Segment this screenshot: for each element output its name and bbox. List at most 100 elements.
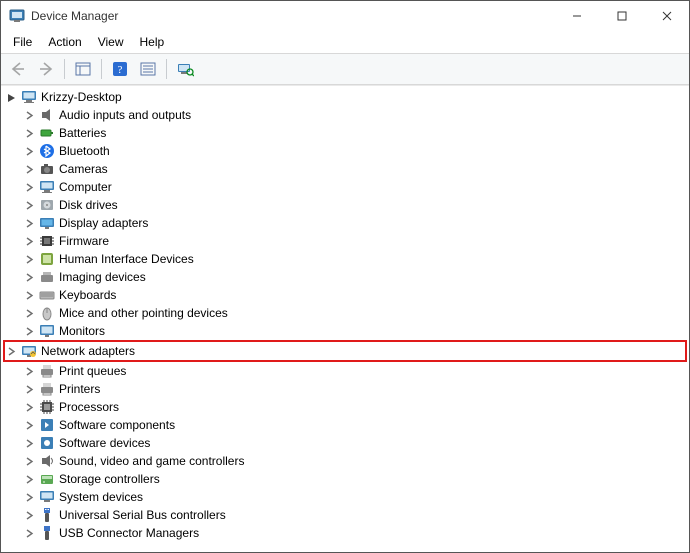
tree-row[interactable]: Keyboards (3, 286, 687, 304)
bluetooth-icon (39, 143, 55, 159)
menu-help[interactable]: Help (132, 33, 173, 51)
storage-icon (39, 471, 55, 487)
tree-item-label: Cameras (59, 162, 108, 176)
tree-row[interactable]: USB Connector Managers (3, 524, 687, 542)
properties-button[interactable] (135, 56, 161, 82)
computer-icon (21, 89, 37, 105)
computer-icon (39, 179, 55, 195)
expand-icon[interactable] (23, 419, 35, 431)
tree-row[interactable]: Human Interface Devices (3, 250, 687, 268)
tree-item-label: Firmware (59, 234, 109, 248)
expand-icon[interactable] (23, 163, 35, 175)
menubar: File Action View Help (1, 31, 689, 53)
tree-row[interactable]: Processors (3, 398, 687, 416)
menu-action[interactable]: Action (40, 33, 89, 51)
expand-icon[interactable] (23, 383, 35, 395)
svg-text:?: ? (118, 64, 123, 76)
expand-icon[interactable] (23, 235, 35, 247)
tree-item-label: Disk drives (59, 198, 118, 212)
expand-icon[interactable] (23, 127, 35, 139)
battery-icon (39, 125, 55, 141)
minimize-button[interactable] (554, 1, 599, 31)
maximize-button[interactable] (599, 1, 644, 31)
swdev-icon (39, 435, 55, 451)
menu-file[interactable]: File (5, 33, 40, 51)
tree-row[interactable]: Mice and other pointing devices (3, 304, 687, 322)
cpu-icon (39, 399, 55, 415)
tree-item-label: System devices (59, 490, 143, 504)
forward-button[interactable] (33, 56, 59, 82)
tree-item-label: Printers (59, 382, 100, 396)
tree-row[interactable]: Computer (3, 178, 687, 196)
keyboard-icon (39, 287, 55, 303)
tree-item-label: Monitors (59, 324, 105, 338)
sound-icon (39, 453, 55, 469)
expand-icon[interactable] (23, 289, 35, 301)
firmware-icon (39, 233, 55, 249)
printer-icon (39, 381, 55, 397)
tree-row[interactable]: Monitors (3, 322, 687, 340)
tree-row[interactable]: Display adapters (3, 214, 687, 232)
tree-row[interactable]: Printers (3, 380, 687, 398)
tree-row[interactable]: Audio inputs and outputs (3, 106, 687, 124)
tree-row[interactable]: Software devices (3, 434, 687, 452)
expand-icon[interactable] (23, 145, 35, 157)
tree-row[interactable]: Universal Serial Bus controllers (3, 506, 687, 524)
show-list-button[interactable] (70, 56, 96, 82)
tree-row[interactable]: Network adapters (3, 340, 687, 362)
tree-row[interactable]: Software components (3, 416, 687, 434)
close-button[interactable] (644, 1, 689, 31)
tree-root[interactable]: Krizzy-Desktop (3, 88, 687, 106)
collapse-icon[interactable] (5, 91, 17, 103)
tree-item-label: Display adapters (59, 216, 148, 230)
tree-item-label: Processors (59, 400, 119, 414)
swcomp-icon (39, 417, 55, 433)
imaging-icon (39, 269, 55, 285)
tree-row[interactable]: Bluetooth (3, 142, 687, 160)
disk-icon (39, 197, 55, 213)
tree-row[interactable]: Sound, video and game controllers (3, 452, 687, 470)
tree-item-label: Storage controllers (59, 472, 160, 486)
expand-icon[interactable] (23, 307, 35, 319)
expand-icon[interactable] (23, 365, 35, 377)
usb-icon (39, 507, 55, 523)
tree-item-label: Universal Serial Bus controllers (59, 508, 226, 522)
expand-icon[interactable] (23, 181, 35, 193)
tree-row[interactable]: Cameras (3, 160, 687, 178)
scan-hardware-button[interactable] (172, 56, 198, 82)
expand-icon[interactable] (23, 401, 35, 413)
device-manager-window: Device Manager File Action View Help (0, 0, 690, 553)
tree-row[interactable]: Storage controllers (3, 470, 687, 488)
tree-row[interactable]: Imaging devices (3, 268, 687, 286)
expand-icon[interactable] (23, 473, 35, 485)
tree-item-label: Print queues (59, 364, 126, 378)
menu-view[interactable]: View (90, 33, 132, 51)
expand-icon[interactable] (23, 325, 35, 337)
expand-icon[interactable] (5, 345, 17, 357)
expand-icon[interactable] (23, 491, 35, 503)
help-button[interactable]: ? (107, 56, 133, 82)
expand-icon[interactable] (23, 109, 35, 121)
app-icon (9, 8, 25, 24)
network-icon (21, 343, 37, 359)
expand-icon[interactable] (23, 527, 35, 539)
expand-icon[interactable] (23, 199, 35, 211)
tree-item-label: Bluetooth (59, 144, 110, 158)
expand-icon[interactable] (23, 253, 35, 265)
expand-icon[interactable] (23, 217, 35, 229)
device-tree[interactable]: Krizzy-Desktop Audio inputs and outputsB… (1, 85, 689, 552)
audio-icon (39, 107, 55, 123)
tree-row[interactable]: System devices (3, 488, 687, 506)
expand-icon[interactable] (23, 509, 35, 521)
expand-icon[interactable] (23, 437, 35, 449)
tree-row[interactable]: Disk drives (3, 196, 687, 214)
expand-icon[interactable] (23, 271, 35, 283)
mouse-icon (39, 305, 55, 321)
tree-row[interactable]: Batteries (3, 124, 687, 142)
tree-row[interactable]: Print queues (3, 362, 687, 380)
tree-row[interactable]: Firmware (3, 232, 687, 250)
tree-item-label: Network adapters (41, 344, 135, 358)
expand-icon[interactable] (23, 455, 35, 467)
back-button[interactable] (5, 56, 31, 82)
tree-item-label: Mice and other pointing devices (59, 306, 228, 320)
